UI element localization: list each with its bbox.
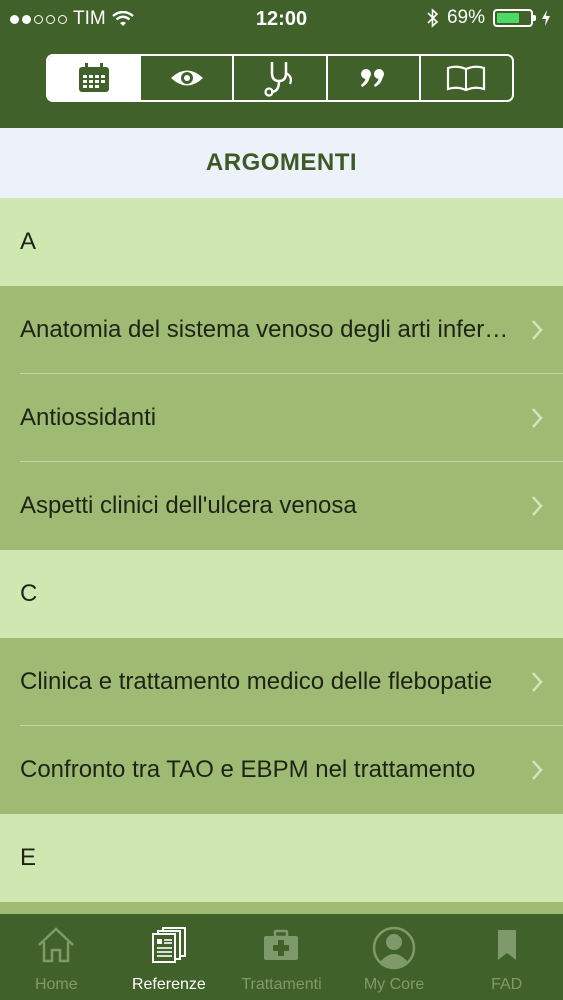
quote-icon xyxy=(361,69,385,87)
signal-strength-icon xyxy=(10,14,67,24)
list-item-label: Antiossidanti xyxy=(20,404,157,431)
chevron-right-icon xyxy=(532,496,543,516)
list-item[interactable]: Aspetti clinici dell'ulcera venosa xyxy=(0,462,563,550)
tab-label: Trattamenti xyxy=(241,976,322,993)
carrier-name: TIM xyxy=(73,8,106,29)
section-title: ARGOMENTI xyxy=(0,128,563,198)
status-bar: TIM 12:00 69% xyxy=(0,0,563,38)
app-header: TIM 12:00 69% xyxy=(0,0,563,128)
calendar-icon xyxy=(78,63,109,92)
stethoscope-icon xyxy=(264,62,292,97)
tab-trattamenti[interactable]: Trattamenti xyxy=(225,914,338,1000)
charging-icon xyxy=(542,10,550,26)
list-item[interactable]: Clinica e trattamento medico delle flebo… xyxy=(0,638,563,726)
list-item-label: Anatomia del sistema venoso degli arti i… xyxy=(20,316,510,343)
tab-label: Referenze xyxy=(131,976,206,993)
tab-bar: Home Referenze Trattamenti My Core FAD xyxy=(0,914,563,1000)
list-item-partial[interactable] xyxy=(0,902,563,914)
medkit-icon xyxy=(264,929,299,960)
list-item[interactable]: Anatomia del sistema venoso degli arti i… xyxy=(0,286,563,374)
tab-referenze[interactable]: Referenze xyxy=(113,914,226,1000)
chevron-right-icon xyxy=(532,760,543,780)
bookmark-icon xyxy=(497,930,516,960)
segment-eye[interactable] xyxy=(141,56,235,100)
segment-book[interactable] xyxy=(421,56,512,100)
home-icon xyxy=(38,927,75,963)
status-left: TIM xyxy=(10,8,134,30)
battery-percentage: 69% xyxy=(446,7,485,28)
section-letter: A xyxy=(20,228,37,255)
list-item-label: Aspetti clinici dell'ulcera venosa xyxy=(20,492,357,519)
tab-fad[interactable]: FAD xyxy=(450,914,563,1000)
tab-home[interactable]: Home xyxy=(0,914,113,1000)
documents-icon xyxy=(151,927,186,963)
battery-icon xyxy=(493,9,536,27)
tab-label: My Core xyxy=(363,976,425,993)
section-letter: E xyxy=(20,844,37,871)
section-header-c: C xyxy=(0,550,563,638)
chevron-right-icon xyxy=(532,320,543,340)
tab-label: Home xyxy=(34,976,78,993)
bluetooth-icon xyxy=(427,8,439,28)
tab-my-core[interactable]: My Core xyxy=(338,914,451,1000)
segment-stethoscope[interactable] xyxy=(234,56,328,100)
reference-segmented-control xyxy=(46,54,514,102)
user-icon xyxy=(372,926,416,970)
list-item[interactable]: Confronto tra TAO e EBPM nel trattamento xyxy=(0,726,563,814)
segment-quote[interactable] xyxy=(328,56,421,100)
list-item[interactable]: Antiossidanti xyxy=(0,374,563,462)
chevron-right-icon xyxy=(532,672,543,692)
section-header-a: A xyxy=(0,198,563,286)
eye-icon xyxy=(170,70,203,86)
topics-list: A Anatomia del sistema venoso degli arti… xyxy=(0,198,563,914)
segment-calendar[interactable] xyxy=(48,56,142,100)
book-icon xyxy=(447,65,486,92)
wifi-icon xyxy=(111,11,134,26)
list-item-label: Clinica e trattamento medico delle flebo… xyxy=(20,668,493,695)
section-letter: C xyxy=(20,580,38,607)
tab-label: FAD xyxy=(491,976,523,993)
list-item-label: Confronto tra TAO e EBPM nel trattamento xyxy=(20,756,476,783)
chevron-right-icon xyxy=(532,408,543,428)
section-header-e: E xyxy=(0,814,563,902)
status-right: 69% xyxy=(427,7,551,29)
